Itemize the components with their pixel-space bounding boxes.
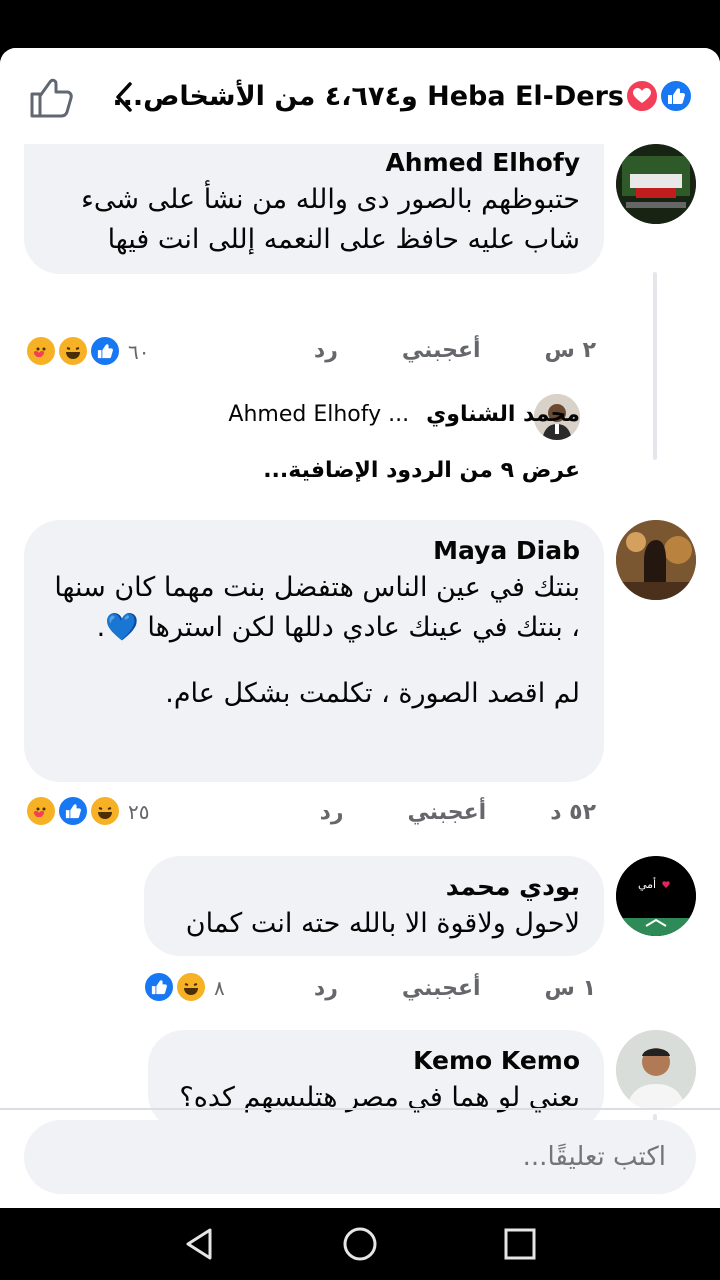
haha-reaction-icon (174, 970, 208, 1004)
comments-sheet: Heba El-Ders و٤،٦٧٤ من الأشخاص... Ahmed … (0, 48, 720, 1208)
comment-bubble[interactable]: بودي محمد لاحول ولاقوة الا بالله حته انت… (144, 856, 604, 956)
reaction-count[interactable]: ٦٠ (128, 340, 149, 364)
like-action[interactable]: أعجبني (402, 338, 481, 363)
svg-text:أمي: أمي (638, 877, 656, 891)
comment-input[interactable] (24, 1120, 696, 1194)
reply-action[interactable]: رد (314, 976, 338, 1001)
like-action[interactable]: أعجبني (402, 976, 481, 1001)
comment-actions: ١ س أعجبني رد (250, 976, 596, 1001)
comment-text: يعني لو هما في مصر هتلبسهم كده؟ (179, 1082, 580, 1113)
reaction-count[interactable]: ٨ (214, 976, 225, 1000)
header-reactions[interactable] (624, 78, 698, 114)
reactions-summary-title[interactable]: Heba El-Ders و٤،٦٧٤ من الأشخاص... (112, 74, 624, 120)
comment-time: ٢ س (544, 338, 596, 363)
system-navbar (0, 1208, 720, 1280)
haha-reaction-icon (56, 334, 90, 368)
reply-action[interactable]: رد (320, 800, 344, 825)
comment-bubble[interactable]: Ahmed Elhofy حتبوظهم بالصور دى والله من … (24, 144, 604, 274)
love-reaction-icon (624, 78, 660, 114)
like-reaction-icon (142, 970, 176, 1004)
comment-actions: ٥٢ د أعجبني رد (256, 800, 596, 825)
nav-back-icon[interactable] (180, 1224, 220, 1264)
avatar[interactable]: أمي (616, 856, 696, 936)
composer-divider (0, 1108, 720, 1110)
thumbs-up-outline-icon[interactable] (28, 74, 74, 120)
reply-action[interactable]: رد (314, 338, 338, 363)
thread-line (653, 272, 657, 460)
comment-bubble[interactable]: Maya Diab بنتك في عين الناس هتفضل بنت مه… (24, 520, 604, 782)
like-reaction-icon (56, 794, 90, 828)
haha-reaction-icon (88, 794, 122, 828)
like-reaction-icon (88, 334, 122, 368)
reply-text: ... Ahmed Elhofy (228, 402, 410, 427)
comment-text: بنتك في عين الناس هتفضل بنت مهما كان سنه… (54, 572, 580, 643)
header: Heba El-Ders و٤،٦٧٤ من الأشخاص... (0, 48, 720, 144)
comment-actions: ٢ س أعجبني رد (250, 338, 596, 363)
avatar[interactable] (616, 1030, 696, 1110)
comment-bubble[interactable]: Kemo Kemo يعني لو هما في مصر هتلبسهم كده… (148, 1030, 604, 1130)
reaction-count[interactable]: ٢٥ (128, 800, 149, 824)
avatar[interactable] (616, 520, 696, 600)
status-bar (0, 0, 720, 48)
comments-list[interactable]: Ahmed Elhofy حتبوظهم بالصور دى والله من … (0, 144, 720, 1160)
care-reaction-icon (24, 794, 58, 828)
comment-text: حتبوظهم بالصور دى والله من نشأ على شىء ش… (81, 184, 580, 255)
comment-reactions[interactable] (24, 334, 124, 368)
commenter-name[interactable]: Ahmed Elhofy (48, 146, 580, 180)
comment-text: لاحول ولاقوة الا بالله حته انت كمان (185, 908, 580, 939)
commenter-name[interactable]: Maya Diab (48, 534, 580, 568)
like-action[interactable]: أعجبني (408, 800, 487, 825)
comment-composer[interactable] (24, 1120, 696, 1194)
commenter-name[interactable]: Kemo Kemo (172, 1044, 580, 1078)
comment-text-secondary: لم اقصد الصورة ، تكلمت بشكل عام. (165, 678, 580, 709)
care-reaction-icon (24, 334, 58, 368)
like-reaction-icon (658, 78, 694, 114)
nav-recents-icon[interactable] (500, 1224, 540, 1264)
comment-time: ١ س (544, 976, 596, 1001)
comment-reactions[interactable] (142, 970, 212, 1004)
reply-author[interactable]: محمد الشناوي (426, 402, 580, 427)
reply-preview[interactable]: محمد الشناوي ... Ahmed Elhofy (228, 402, 580, 427)
comment-time: ٥٢ د (550, 800, 596, 825)
avatar[interactable] (616, 144, 696, 224)
commenter-name[interactable]: بودي محمد (168, 870, 580, 904)
comment-reactions[interactable] (24, 794, 124, 828)
nav-home-icon[interactable] (340, 1224, 380, 1264)
view-more-replies[interactable]: عرض ٩ من الردود الإضافية... (263, 458, 580, 483)
